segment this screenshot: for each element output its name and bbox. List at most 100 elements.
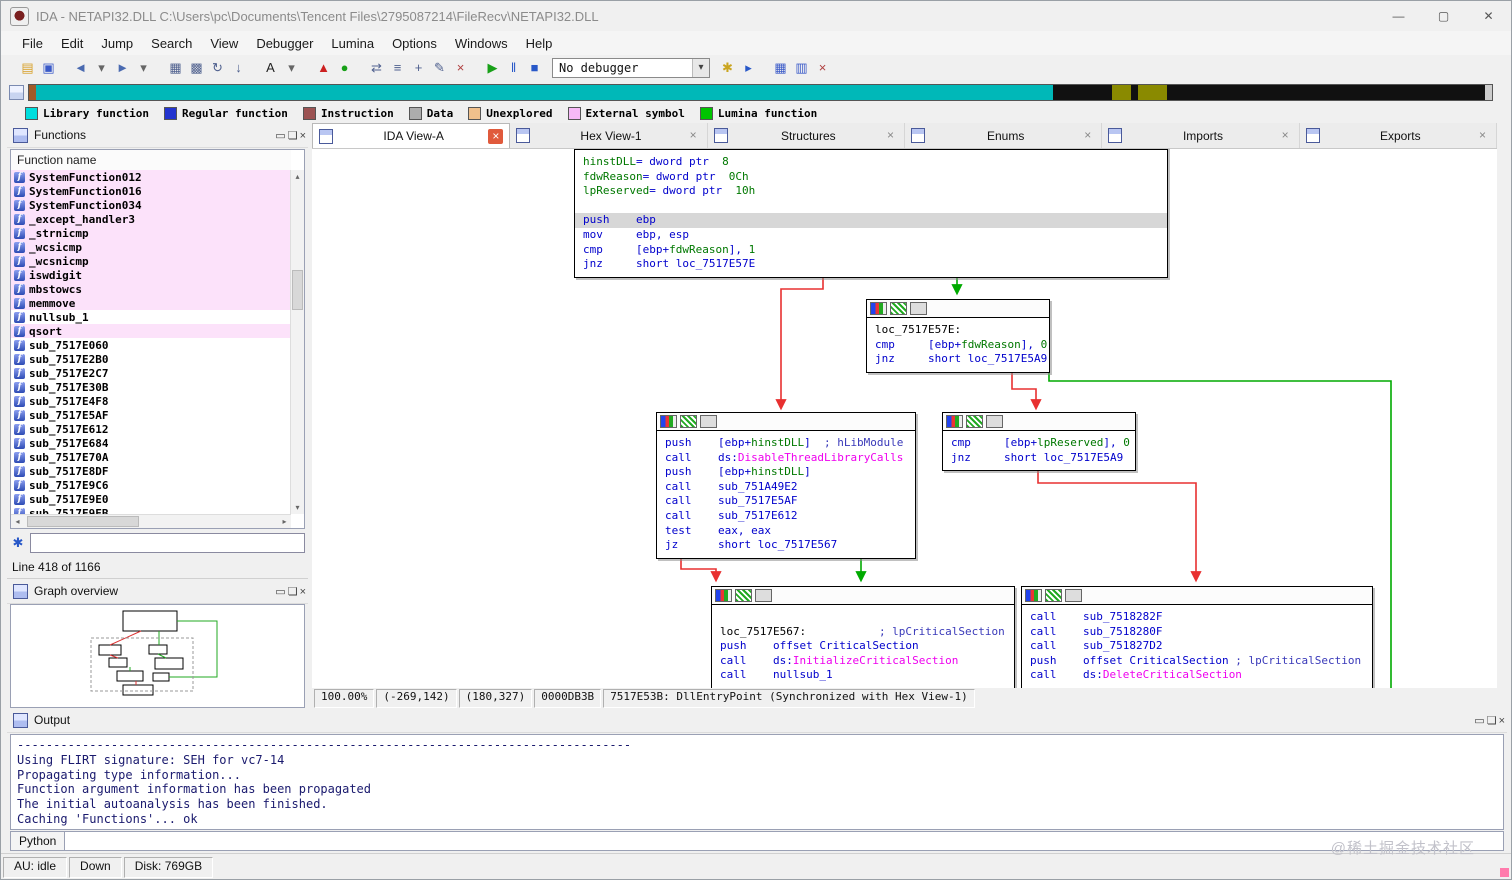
node-group-icon[interactable]	[910, 302, 927, 315]
function-row[interactable]: fsub_7517E2C7	[11, 366, 290, 380]
function-row[interactable]: fSystemFunction012	[11, 170, 290, 184]
node-frame-icon[interactable]	[680, 415, 697, 428]
graph-node-4[interactable]: cmp [ebp+lpReserved], 0jnz short loc_751…	[942, 412, 1136, 471]
node-frame-icon[interactable]	[735, 589, 752, 602]
function-row[interactable]: f_wcsnicmp	[11, 254, 290, 268]
close-button[interactable]: ✕	[1466, 1, 1511, 31]
start-process-icon[interactable]: ▶	[483, 58, 502, 78]
open-file-icon[interactable]: ▤	[18, 58, 37, 78]
pause-process-icon[interactable]: ‖	[504, 58, 523, 78]
menu-options[interactable]: Options	[383, 33, 446, 54]
font-menu-icon[interactable]: ▾	[282, 58, 301, 78]
menu-file[interactable]: File	[13, 33, 52, 54]
node-group-icon[interactable]	[986, 415, 1003, 428]
functions-close-button[interactable]: ×	[300, 130, 306, 142]
function-row[interactable]: f_except_handler3	[11, 212, 290, 226]
node-frame-icon[interactable]	[966, 415, 983, 428]
python-label[interactable]: Python	[10, 831, 65, 851]
graph-node-2[interactable]: loc_7517E57E:cmp [ebp+fdwReason], 0jnz s…	[866, 299, 1050, 373]
refresh-icon[interactable]: ↻	[208, 58, 227, 78]
scrollbar-thumb[interactable]	[292, 270, 303, 310]
node-group-icon[interactable]	[700, 415, 717, 428]
tile-windows-icon[interactable]: ▦	[166, 58, 185, 78]
function-row[interactable]: fsub_7517E9EB	[11, 506, 290, 514]
graph-node-1[interactable]: hinstDLL= dword ptr 8fdwReason= dword pt…	[574, 149, 1168, 278]
node-color-icon[interactable]	[946, 415, 963, 428]
graph-overview-minimize-button[interactable]: ▭	[275, 586, 285, 598]
filter-icon[interactable]: ✱	[10, 535, 26, 551]
close-view-icon[interactable]: ×	[451, 58, 470, 78]
function-row[interactable]: fnullsub_1	[11, 310, 290, 324]
tab-close-icon[interactable]: ×	[1080, 128, 1095, 143]
graph-overview-float-button[interactable]: ❏	[288, 586, 298, 598]
cascade-windows-icon[interactable]: ▩	[187, 58, 206, 78]
nav-forward-icon[interactable]: ►	[113, 58, 132, 78]
function-row[interactable]: fiswdigit	[11, 268, 290, 282]
node-frame-icon[interactable]	[890, 302, 907, 315]
resume-icon[interactable]: ●	[335, 58, 354, 78]
font-icon[interactable]: A	[261, 58, 280, 78]
scrollbar-thumb[interactable]	[27, 516, 139, 527]
menu-help[interactable]: Help	[517, 33, 562, 54]
maximize-button[interactable]: ▢	[1421, 1, 1466, 31]
cross-reference-icon[interactable]: ⇄	[367, 58, 386, 78]
node-frame-icon[interactable]	[1045, 589, 1062, 602]
tab-close-icon[interactable]: ×	[686, 128, 701, 143]
graph-node-5[interactable]: loc_7517E567: ; lpCriticalSectionpush of…	[711, 586, 1015, 688]
menu-jump[interactable]: Jump	[92, 33, 142, 54]
minimize-button[interactable]: —	[1376, 1, 1421, 31]
graph-view-canvas[interactable]: hinstDLL= dword ptr 8fdwReason= dword pt…	[312, 149, 1497, 688]
list-xrefs-icon[interactable]: ≡	[388, 58, 407, 78]
open-imports-icon[interactable]: ▥	[792, 58, 811, 78]
function-row[interactable]: fmbstowcs	[11, 282, 290, 296]
function-row[interactable]: fsub_7517E9C6	[11, 478, 290, 492]
tab-structures[interactable]: Structures×	[708, 123, 905, 148]
delete-view-icon[interactable]: ×	[813, 58, 832, 78]
compile-idc-icon[interactable]: ✱	[718, 58, 737, 78]
navigation-band[interactable]	[28, 84, 1493, 101]
snippet-icon[interactable]: ✎	[430, 58, 449, 78]
menu-debugger[interactable]: Debugger	[247, 33, 322, 54]
function-row[interactable]: fsub_7517E5AF	[11, 408, 290, 422]
output-caption[interactable]: Output ▭❏×	[7, 708, 1507, 733]
node-group-icon[interactable]	[1065, 589, 1082, 602]
tab-exports[interactable]: Exports×	[1300, 123, 1497, 148]
tab-close-icon[interactable]: ×	[488, 129, 503, 144]
function-row[interactable]: f_wcsicmp	[11, 240, 290, 254]
function-row[interactable]: fSystemFunction016	[11, 184, 290, 198]
python-input[interactable]	[65, 831, 1504, 851]
function-row[interactable]: fsub_7517E8DF	[11, 464, 290, 478]
tab-close-icon[interactable]: ×	[1475, 128, 1490, 143]
functions-column-header[interactable]: Function name	[11, 150, 291, 171]
graph-overview-caption[interactable]: Graph overview ▭❏×	[7, 578, 308, 604]
scroll-down-icon[interactable]: ▾	[291, 501, 304, 514]
jump-down-icon[interactable]: ↓	[229, 58, 248, 78]
function-row[interactable]: fsub_7517E4F8	[11, 394, 290, 408]
tab-imports[interactable]: Imports×	[1102, 123, 1299, 148]
run-script-icon[interactable]: ▸	[739, 58, 758, 78]
menu-search[interactable]: Search	[142, 33, 201, 54]
output-log[interactable]: ----------------------------------------…	[10, 734, 1504, 830]
open-structures-icon[interactable]: ▦	[771, 58, 790, 78]
save-icon[interactable]: ▣	[39, 58, 58, 78]
functions-panel-caption[interactable]: Functions ▭❏×	[7, 123, 308, 148]
tab-hex-view-1[interactable]: Hex View-1×	[510, 123, 707, 148]
scroll-up-icon[interactable]: ▴	[291, 170, 304, 183]
node-group-icon[interactable]	[755, 589, 772, 602]
function-row[interactable]: fsub_7517E2B0	[11, 352, 290, 366]
function-row[interactable]: fsub_7517E30B	[11, 380, 290, 394]
node-color-icon[interactable]	[870, 302, 887, 315]
output-minimize-button[interactable]: ▭	[1474, 715, 1484, 727]
function-row[interactable]: f_strn­icmp	[11, 226, 290, 240]
tab-enums[interactable]: Enums×	[905, 123, 1102, 148]
navband-handle-icon[interactable]	[9, 85, 24, 100]
stop-process-icon[interactable]: ■	[525, 58, 544, 78]
scroll-left-icon[interactable]: ◂	[11, 515, 24, 528]
graph-overview-map[interactable]	[10, 604, 305, 708]
graph-node-6[interactable]: call sub_7518282Fcall sub_7518280Fcall s…	[1021, 586, 1373, 688]
breakpoint-icon[interactable]: ▲	[314, 58, 333, 78]
tab-close-icon[interactable]: ×	[1278, 128, 1293, 143]
output-close-button[interactable]: ×	[1499, 715, 1505, 727]
functions-horizontal-scrollbar[interactable]: ◂ ▸	[11, 514, 291, 528]
menu-windows[interactable]: Windows	[446, 33, 517, 54]
